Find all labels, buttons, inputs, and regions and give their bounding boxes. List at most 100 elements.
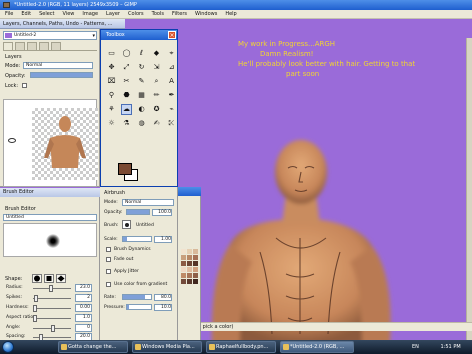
- brush-dynamics-expander[interactable]: [106, 247, 111, 252]
- smudge-tool-icon[interactable]: ⚗: [121, 118, 132, 129]
- hardness-value[interactable]: 0.00: [75, 304, 92, 312]
- measure-tool-icon[interactable]: ⚲: [106, 90, 117, 101]
- blend-tool-icon[interactable]: ▦: [136, 90, 147, 101]
- perspective-tool-icon[interactable]: ⊿: [166, 62, 177, 73]
- brush-selector-button[interactable]: [122, 220, 131, 229]
- free-select-tool-icon[interactable]: ℓ: [136, 48, 147, 59]
- toolbox-titlebar[interactable]: Toolbox ×: [101, 30, 177, 40]
- fade-out-checkbox[interactable]: [106, 257, 111, 262]
- menu-filters[interactable]: Filters: [172, 11, 187, 17]
- bucket-fill-tool-icon[interactable]: ⬣: [121, 90, 132, 101]
- taskbar-item-2[interactable]: Windows Media Pla...: [132, 341, 202, 353]
- angle-slider-handle[interactable]: [51, 325, 55, 332]
- layer-mode-dropdown[interactable]: Normal: [23, 62, 93, 69]
- shape-diamond-button[interactable]: [56, 274, 66, 283]
- flip-tool-icon[interactable]: ⤪: [166, 118, 177, 129]
- spikes-slider-track[interactable]: [33, 298, 71, 299]
- angle-value[interactable]: 0: [75, 324, 92, 332]
- vertical-scrollbar[interactable]: [466, 38, 472, 340]
- menu-view[interactable]: View: [63, 11, 75, 17]
- palette-swatch[interactable]: [193, 267, 198, 272]
- paintbrush-tool-icon[interactable]: ✒: [166, 90, 177, 101]
- palette-swatch[interactable]: [187, 267, 192, 272]
- paths-tool-icon[interactable]: ✎: [136, 76, 147, 87]
- tab-undo[interactable]: [39, 42, 49, 50]
- menu-help[interactable]: Help: [225, 11, 236, 17]
- aspect-ratio-slider-track[interactable]: [33, 318, 71, 319]
- hardness-slider-track[interactable]: [33, 308, 71, 309]
- menu-layer[interactable]: Layer: [106, 11, 120, 17]
- apply-jitter-checkbox[interactable]: [106, 269, 111, 274]
- eraser-tool-icon[interactable]: ⚘: [106, 104, 117, 115]
- palette-swatch[interactable]: [187, 279, 192, 284]
- clock[interactable]: 1:51 PM: [441, 344, 461, 350]
- rate-slider[interactable]: [122, 294, 152, 300]
- menu-select[interactable]: Select: [39, 11, 54, 17]
- tab-patterns[interactable]: [51, 42, 61, 50]
- pressure-value[interactable]: 10.0: [154, 304, 172, 311]
- layers-dock-title[interactable]: Layers, Channels, Paths, Undo - Patterns…: [0, 19, 125, 29]
- palette-swatch[interactable]: [187, 261, 192, 266]
- ellipse-select-tool-icon[interactable]: ◯: [121, 48, 132, 59]
- menu-windows[interactable]: Windows: [195, 11, 217, 17]
- paint-mode-dropdown[interactable]: Normal: [122, 199, 174, 206]
- image-selector-dropdown[interactable]: Untitled-2 ▾: [3, 31, 97, 40]
- fuzzy-select-tool-icon[interactable]: ◆: [151, 48, 162, 59]
- scale-tool-icon[interactable]: ⤢: [121, 62, 132, 73]
- palette-swatch[interactable]: [181, 261, 186, 266]
- palette-swatch[interactable]: [181, 267, 186, 272]
- use-color-gradient-checkbox[interactable]: [106, 282, 111, 287]
- heal-tool-icon[interactable]: ⌁: [166, 104, 177, 115]
- radius-slider-handle[interactable]: [49, 285, 53, 292]
- taskbar-item-4[interactable]: *Untitled-2.0 (RGB, ...: [280, 341, 354, 353]
- rect-select-tool-icon[interactable]: ▭: [106, 48, 117, 59]
- brush-editor-dock-title[interactable]: Brush Editor: [0, 188, 100, 197]
- taskbar-item-3[interactable]: Raphaelfullbody.pn...: [206, 341, 276, 353]
- palette-swatch[interactable]: [181, 279, 186, 284]
- aspect-ratio-value[interactable]: 1.0: [75, 314, 92, 322]
- airbrush-tool-icon[interactable]: ☁: [121, 104, 132, 115]
- palette-swatch[interactable]: [187, 249, 192, 254]
- rate-value[interactable]: 80.0: [154, 294, 172, 301]
- pencil-tool-icon[interactable]: ✏: [151, 90, 162, 101]
- dodge-burn-tool-icon[interactable]: ☼: [106, 118, 117, 129]
- palette-swatch[interactable]: [193, 279, 198, 284]
- menu-image[interactable]: Image: [82, 11, 98, 17]
- palette-swatch[interactable]: [181, 273, 186, 278]
- crop-tool-icon[interactable]: ⌧: [106, 76, 117, 87]
- menu-tools[interactable]: Tools: [152, 11, 164, 17]
- shear-tool-icon[interactable]: ⇲: [151, 62, 162, 73]
- tab-layers[interactable]: [3, 42, 13, 50]
- aspect-ratio-slider-handle[interactable]: [33, 315, 37, 322]
- taskbar-item-1[interactable]: Gotta change the...: [58, 341, 128, 353]
- scale-value[interactable]: 1.00: [154, 236, 172, 243]
- eye-icon[interactable]: [8, 138, 16, 143]
- foreground-color-swatch[interactable]: [118, 163, 132, 175]
- move-tool-icon[interactable]: ✥: [106, 62, 117, 73]
- tab-channels[interactable]: [15, 42, 25, 50]
- palette-swatch[interactable]: [193, 273, 198, 278]
- menu-file[interactable]: File: [5, 11, 13, 17]
- brush-name-field[interactable]: Untitled: [3, 214, 97, 221]
- menu-edit[interactable]: Edit: [21, 11, 31, 17]
- clone-tool-icon[interactable]: ✪: [151, 104, 162, 115]
- spikes-value[interactable]: 2: [75, 294, 92, 302]
- layer-opacity-slider[interactable]: [30, 72, 93, 78]
- opacity-value[interactable]: 100.0: [152, 209, 172, 216]
- palette-swatch[interactable]: [193, 261, 198, 266]
- palette-swatch[interactable]: [193, 255, 198, 260]
- hardness-slider-handle[interactable]: [33, 305, 37, 312]
- pressure-slider[interactable]: [126, 304, 152, 310]
- tab-paths[interactable]: [27, 42, 37, 50]
- close-icon[interactable]: ×: [168, 31, 176, 39]
- palette-titlebar[interactable]: [178, 187, 201, 196]
- palette-swatch[interactable]: [187, 273, 192, 278]
- layer-list[interactable]: [3, 99, 98, 187]
- opacity-slider[interactable]: [126, 209, 150, 215]
- palette-swatch[interactable]: [187, 255, 192, 260]
- radius-value[interactable]: 23.0: [75, 284, 92, 292]
- convolve-tool-icon[interactable]: ✍: [151, 118, 162, 129]
- palette-swatch[interactable]: [181, 255, 186, 260]
- text-tool-icon[interactable]: A: [166, 76, 177, 87]
- zoom-tool-icon[interactable]: ⌕: [151, 76, 162, 87]
